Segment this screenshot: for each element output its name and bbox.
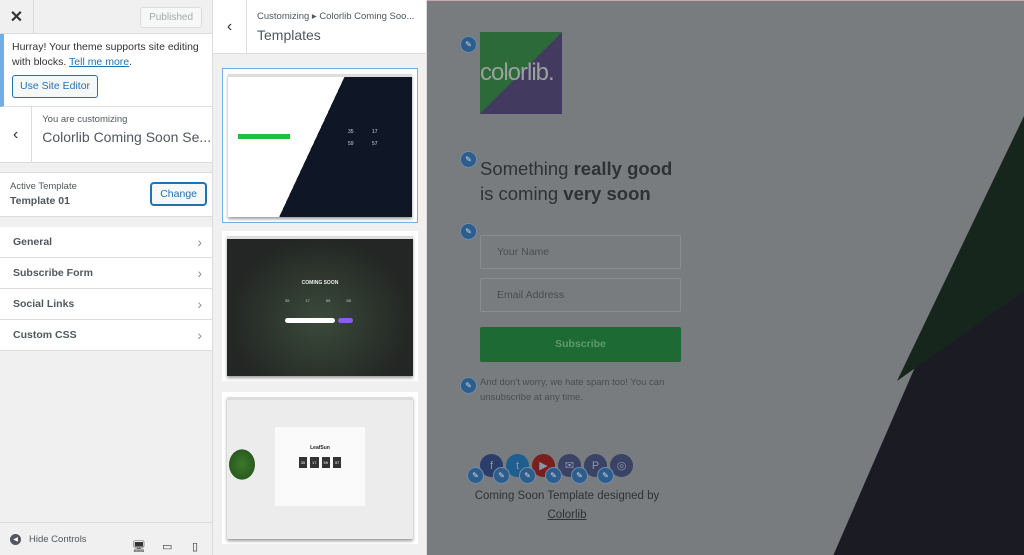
edit-pencil-icon[interactable]: ✎	[597, 467, 614, 484]
menu-item-general[interactable]: General ›	[0, 227, 212, 258]
desktop-icon[interactable]: 🖥	[132, 540, 146, 553]
thumb-email-field	[285, 318, 335, 323]
back-chevron-icon[interactable]: ‹	[0, 107, 33, 162]
close-icon[interactable]: ✕	[0, 0, 34, 33]
name-input[interactable]: Your Name	[480, 235, 681, 269]
mobile-icon[interactable]: ▯	[192, 540, 198, 553]
colorlib-link[interactable]: Colorlib	[548, 509, 587, 521]
spam-note: And don't worry, we hate spam too! You c…	[480, 377, 665, 403]
chevron-right-icon: ›	[197, 265, 202, 281]
menu-item-subscribe-form[interactable]: Subscribe Form ›	[0, 258, 212, 289]
customizer-header: ✕ Published	[0, 0, 212, 34]
email-input[interactable]: Email Address	[480, 278, 681, 312]
menu-label: General	[13, 236, 53, 248]
tell-me-more-link[interactable]: Tell me more	[69, 56, 129, 68]
templates-header: ‹ Customizing ▸ Colorlib Coming Soo... T…	[213, 0, 426, 54]
subscribe-button[interactable]: Subscribe	[480, 327, 681, 362]
thumb-browser-bar	[227, 397, 413, 400]
template-thumb-02[interactable]: COMING SOON 35 17 59 58	[222, 231, 418, 381]
thumb-subscribe-bar	[238, 134, 290, 139]
menu-label: Custom CSS	[13, 329, 77, 341]
edit-pencil-icon[interactable]: ✎	[460, 36, 477, 53]
menu-item-social-links[interactable]: Social Links ›	[0, 289, 212, 320]
templates-panel: ‹ Customizing ▸ Colorlib Coming Soo... T…	[213, 0, 427, 555]
hide-controls-icon[interactable]: ◀	[10, 533, 21, 545]
edit-pencil-icon[interactable]: ✎	[493, 467, 510, 484]
chevron-right-icon: ›	[197, 234, 202, 250]
thumb-card: LeafSun 35 17 59 57	[275, 427, 365, 506]
use-site-editor-button[interactable]: Use Site Editor	[12, 75, 99, 98]
edit-pencil-icon[interactable]: ✎	[460, 377, 477, 394]
thumb-heading: COMING SOON	[301, 280, 339, 286]
thumb-countdown: 35 17 59 57	[348, 129, 378, 147]
thumb-button	[338, 318, 353, 323]
site-preview: ✎ colorlib. ✎ Something really good is c…	[427, 0, 1024, 555]
edit-pencil-icon[interactable]: ✎	[571, 467, 588, 484]
customizing-label: You are customizing	[42, 114, 128, 125]
thumb-countdown: 35 17 59 58	[285, 298, 351, 303]
edit-pencil-icon[interactable]: ✎	[460, 223, 477, 240]
menu-label: Social Links	[13, 298, 75, 310]
edit-pencil-icon[interactable]: ✎	[519, 467, 536, 484]
template-thumb-01[interactable]: 35 17 59 57	[222, 68, 418, 223]
site-editor-notice: Hurray! Your theme supports site editing…	[0, 34, 212, 107]
publish-button[interactable]: Published	[140, 7, 202, 28]
menu-item-custom-css[interactable]: Custom CSS ›	[0, 320, 212, 351]
change-template-button[interactable]: Change	[151, 183, 206, 205]
preview-heading: Something really good is coming very soo…	[480, 158, 673, 204]
section-menu: General › Subscribe Form › Social Links › C…	[0, 227, 212, 351]
thumb-countdown: 35 17 59 57	[275, 457, 365, 468]
tablet-icon[interactable]: ▭	[162, 540, 172, 553]
edit-pencil-icon[interactable]: ✎	[460, 151, 477, 168]
chevron-right-icon: ›	[197, 327, 202, 343]
edit-pencil-icon[interactable]: ✎	[545, 467, 562, 484]
edit-pencil-icon[interactable]: ✎	[467, 467, 484, 484]
thumb-heading: LeafSun	[310, 445, 330, 451]
thumb-browser-bar	[227, 236, 413, 239]
customizer-sidebar: ✕ Published Hurray! Your theme supports …	[0, 0, 213, 555]
active-template: Active Template Template 01 Change	[0, 172, 212, 217]
menu-label: Subscribe Form	[13, 267, 93, 279]
templates-breadcrumb: Customizing ▸ Colorlib Coming Soo...	[257, 11, 415, 22]
colorlib-logo: colorlib.	[480, 32, 562, 114]
notice-period: .	[129, 56, 133, 68]
back-chevron-icon[interactable]: ‹	[213, 0, 247, 53]
customizing-title: Colorlib Coming Soon Se...	[42, 129, 212, 145]
thumb-leaf	[227, 447, 257, 482]
templates-title: Templates	[257, 27, 321, 43]
credit-text: Coming Soon Template designed by Colorli…	[474, 490, 660, 521]
chevron-right-icon: ›	[197, 296, 202, 312]
template-thumb-03[interactable]: LeafSun 35 17 59 57	[222, 392, 418, 544]
thumb-browser-bar	[228, 74, 412, 77]
hide-controls-button[interactable]: Hide Controls	[29, 534, 87, 545]
customizing-info: ‹ You are customizing Colorlib Coming So…	[0, 107, 212, 163]
customizer-footer: ◀ Hide Controls 🖥 ▭ ▯	[0, 522, 213, 555]
